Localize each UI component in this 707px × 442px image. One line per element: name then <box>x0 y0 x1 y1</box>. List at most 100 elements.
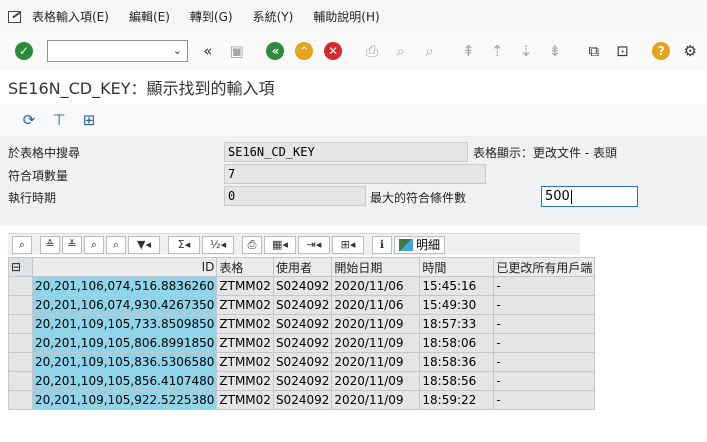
cell-user[interactable]: S024092 <box>272 390 333 410</box>
select-all-icon[interactable]: ⊟ <box>8 257 33 277</box>
menu-item-system[interactable]: 系統(Y) <box>253 8 294 25</box>
cell-time[interactable]: 15:49:30 <box>419 295 495 315</box>
table-row[interactable]: 20,201,109,105,836.5306580 ZTMM02 S024092 2… <box>8 352 596 372</box>
next-page-icon[interactable]: ⇣ <box>514 39 538 63</box>
sort-descending-icon[interactable]: ≚ <box>62 235 82 254</box>
sum-icon[interactable]: Σ◂ <box>168 235 200 254</box>
cell-time[interactable]: 18:58:36 <box>419 352 495 372</box>
find-next-icon[interactable]: ⌕ <box>418 39 442 63</box>
help-icon[interactable]: ? <box>649 39 673 63</box>
cell-all-clients[interactable]: - <box>493 390 596 410</box>
cell-id[interactable]: 20,201,109,105,856.4107480 <box>31 371 218 391</box>
cell-all-clients[interactable]: - <box>493 333 596 353</box>
command-field[interactable]: ⌄ <box>46 40 188 62</box>
cell-table[interactable]: ZTMM02 <box>216 371 274 391</box>
edit-settings-icon[interactable]: ⊤ <box>48 108 70 132</box>
column-header-start-date[interactable]: 開始日期 <box>331 257 421 277</box>
sort-ascending-icon[interactable]: ≙ <box>40 235 60 254</box>
layout-icon[interactable]: ⊞◂ <box>332 235 364 254</box>
cell-all-clients[interactable]: - <box>493 371 596 391</box>
chevron-down-icon[interactable]: ⌄ <box>173 44 182 57</box>
row-selector[interactable] <box>8 352 33 372</box>
detail-button[interactable]: 明細 <box>394 235 446 254</box>
cell-table[interactable]: ZTMM02 <box>216 390 274 410</box>
refresh-icon[interactable]: ⟳ <box>18 108 40 132</box>
cell-id[interactable]: 20,201,109,105,733.8509850 <box>31 314 218 334</box>
views-icon[interactable]: ▦◂ <box>264 235 296 254</box>
row-selector[interactable] <box>8 333 33 353</box>
cell-start-date[interactable]: 2020/11/09 <box>331 390 421 410</box>
column-header-time[interactable]: 時間 <box>419 257 495 277</box>
cell-all-clients[interactable]: - <box>493 295 596 315</box>
column-header-all-clients[interactable]: 已更改所有用戶端 <box>493 257 596 277</box>
first-page-icon[interactable]: ⇞ <box>456 39 480 63</box>
info-icon[interactable]: ℹ <box>372 235 392 254</box>
row-selector[interactable] <box>8 314 33 334</box>
prev-page-icon[interactable]: ⇡ <box>485 39 509 63</box>
table-row[interactable]: 20,201,109,105,733.8509850 ZTMM02 S024092 2… <box>8 314 596 334</box>
detail-view-icon[interactable]: ⌕ <box>12 235 32 254</box>
cell-table[interactable]: ZTMM02 <box>216 352 274 372</box>
nav-back-icon[interactable]: « <box>264 39 288 63</box>
menu-item-edit[interactable]: 編輯(E) <box>129 8 170 25</box>
row-selector[interactable] <box>8 295 33 315</box>
cell-user[interactable]: S024092 <box>272 314 333 334</box>
settings-icon[interactable]: ⚙ <box>678 39 702 63</box>
cell-time[interactable]: 15:45:16 <box>419 276 495 296</box>
menu-icon[interactable] <box>8 10 22 23</box>
cell-start-date[interactable]: 2020/11/09 <box>331 314 421 334</box>
row-selector[interactable] <box>8 371 33 391</box>
cell-table[interactable]: ZTMM02 <box>216 333 274 353</box>
shortcut-icon[interactable]: ⊡ <box>611 39 635 63</box>
find-binoculars-icon[interactable]: ⌕ <box>84 235 104 254</box>
cell-start-date[interactable]: 2020/11/06 <box>331 295 421 315</box>
cell-start-date[interactable]: 2020/11/09 <box>331 371 421 391</box>
last-page-icon[interactable]: ⇟ <box>543 39 567 63</box>
cell-time[interactable]: 18:57:33 <box>419 314 495 334</box>
table-row[interactable]: 20,201,109,105,856.4107480 ZTMM02 S024092 2… <box>8 371 596 391</box>
cell-table[interactable]: ZTMM02 <box>216 276 274 296</box>
cell-all-clients[interactable]: - <box>493 352 596 372</box>
menu-item-table-entry[interactable]: 表格輸入項(E) <box>32 8 109 25</box>
table-row[interactable]: 20,201,106,074,516.8836260 ZTMM02 S024092 2… <box>8 276 596 296</box>
cell-user[interactable]: S024092 <box>272 352 333 372</box>
export-icon[interactable]: ⇥◂ <box>298 235 330 254</box>
column-header-id[interactable]: ID <box>31 257 218 277</box>
save-icon[interactable]: ▣ <box>225 39 249 63</box>
row-selector[interactable] <box>8 276 33 296</box>
menu-item-goto[interactable]: 轉到(G) <box>190 8 233 25</box>
column-header-table[interactable]: 表格 <box>216 257 274 277</box>
new-session-icon[interactable]: ⧉ <box>582 39 606 63</box>
print-preview-icon[interactable]: ⎙ <box>242 235 262 254</box>
cell-id[interactable]: 20,201,109,105,806.8991850 <box>31 333 218 353</box>
print-icon[interactable]: ⎙ <box>360 39 384 63</box>
cell-table[interactable]: ZTMM02 <box>216 295 274 315</box>
table-row[interactable]: 20,201,109,105,922.5225380 ZTMM02 S024092 2… <box>8 390 596 410</box>
table-row[interactable]: 20,201,109,105,806.8991850 ZTMM02 S024092 2… <box>8 333 596 353</box>
cell-all-clients[interactable]: - <box>493 276 596 296</box>
cell-all-clients[interactable]: - <box>493 314 596 334</box>
cell-user[interactable]: S024092 <box>272 333 333 353</box>
nav-up-icon[interactable]: ⌃ <box>292 39 316 63</box>
cell-table[interactable]: ZTMM02 <box>216 314 274 334</box>
menu-item-help[interactable]: 輔助說明(H) <box>313 8 379 25</box>
cell-start-date[interactable]: 2020/11/06 <box>331 276 421 296</box>
cell-id[interactable]: 20,201,109,105,922.5225380 <box>31 390 218 410</box>
cell-id[interactable]: 20,201,106,074,516.8836260 <box>31 276 218 296</box>
cell-start-date[interactable]: 2020/11/09 <box>331 333 421 353</box>
cell-user[interactable]: S024092 <box>272 371 333 391</box>
cell-user[interactable]: S024092 <box>272 295 333 315</box>
cell-user[interactable]: S024092 <box>272 276 333 296</box>
cancel-icon[interactable]: ✕ <box>321 39 345 63</box>
cell-start-date[interactable]: 2020/11/09 <box>331 352 421 372</box>
check-icon[interactable]: ✓ <box>12 39 36 63</box>
cell-id[interactable]: 20,201,109,105,836.5306580 <box>31 352 218 372</box>
cell-id[interactable]: 20,201,106,074,930.4267350 <box>31 295 218 315</box>
column-header-user[interactable]: 使用者 <box>272 257 333 277</box>
back-icon[interactable]: « <box>196 39 220 63</box>
row-selector[interactable] <box>8 390 33 410</box>
max-hits-input[interactable]: 500 <box>541 186 638 207</box>
find-next-binoculars-icon[interactable]: ⌕ <box>106 235 126 254</box>
table-row[interactable]: 20,201,106,074,930.4267350 ZTMM02 S024092 2… <box>8 295 596 315</box>
filter-icon[interactable]: ▼◂ <box>128 235 160 254</box>
